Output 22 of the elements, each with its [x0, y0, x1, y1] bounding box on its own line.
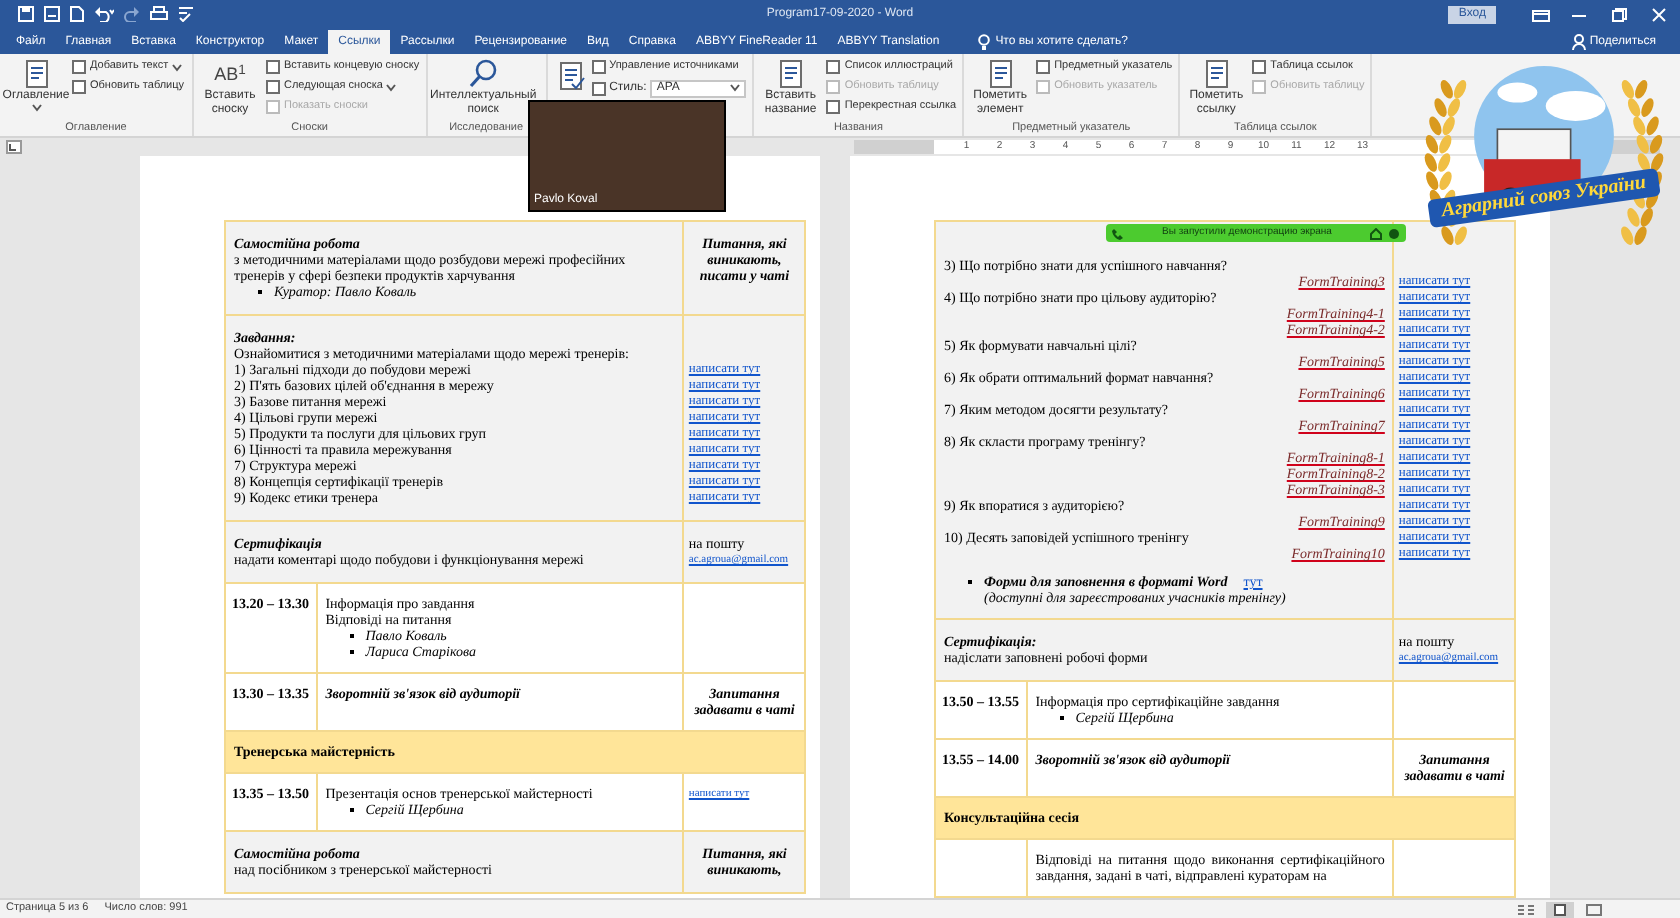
save-icon[interactable] [18, 6, 34, 22]
footnote-icon: AB$^{1}$ [214, 58, 246, 90]
home-icon[interactable] [1370, 227, 1382, 239]
print-icon[interactable] [150, 6, 168, 22]
phone-icon [1112, 227, 1124, 239]
magnifier-icon [467, 58, 500, 90]
print-layout-icon[interactable] [1552, 903, 1568, 915]
lightbulb-icon [977, 34, 990, 50]
web-layout-icon[interactable] [1586, 903, 1602, 915]
save-as-icon[interactable] [44, 6, 60, 22]
checklist-icon[interactable] [178, 6, 194, 22]
dot-icon[interactable] [1388, 227, 1400, 239]
person-icon [1571, 34, 1586, 50]
redo-icon[interactable] [124, 6, 140, 22]
close-icon[interactable] [1651, 7, 1669, 21]
tab-selector-icon[interactable] [6, 140, 22, 154]
caret-icon [730, 84, 741, 92]
ribbon-display-icon[interactable] [1531, 7, 1549, 21]
undo-icon[interactable] [94, 6, 114, 22]
new-document-icon[interactable] [70, 6, 84, 22]
restore-icon[interactable] [1611, 7, 1629, 21]
read-mode-icon[interactable] [1518, 903, 1534, 915]
